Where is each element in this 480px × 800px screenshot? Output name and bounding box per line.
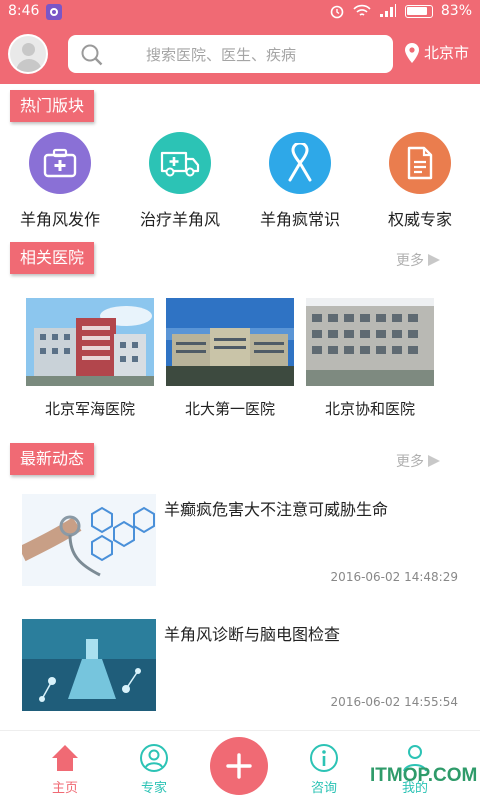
tab-label: 咨询 [310,781,337,796]
location-label: 北京市 [424,44,470,62]
hospital-name: 北京军海医院 [44,400,135,418]
hot-item[interactable]: 羊角疯常识 [240,132,360,230]
tab-expert[interactable]: 专家 [124,743,184,796]
tab-consult[interactable]: 咨询 [294,743,354,796]
news-item[interactable]: 羊癫疯危害大不注意可威胁生命 2016-06-02 14:48:29 [22,494,462,586]
hospital-name: 北大第一医院 [184,400,275,418]
hot-item-label: 羊角风发作 [19,210,100,229]
hot-item-label: 羊角疯常识 [259,210,340,229]
news-thumbnail [22,619,156,711]
hot-item[interactable]: 权威专家 [360,132,480,230]
header: 搜索医院、医生、疾病 北京市 [0,24,480,84]
search-icon [81,44,103,66]
status-time: 8:46 [8,3,40,19]
news-timestamp: 2016-06-02 14:55:54 [330,695,458,709]
hospital-photo [166,298,294,386]
tab-home[interactable]: 主页 [35,743,95,796]
plus-icon [226,753,252,779]
alarm-icon [330,5,344,19]
location-pin-icon [405,42,419,63]
hospital-card[interactable]: 北大第一医院 [166,298,294,419]
info-icon [310,744,338,772]
more-news-link[interactable]: 更多 [396,451,440,471]
section-title-hot: 热门版块 [10,90,95,122]
medical-kit-icon [29,132,91,194]
hospital-photo [306,298,434,386]
arrow-right-icon [428,455,440,467]
home-icon [52,745,78,771]
avatar[interactable] [8,34,48,74]
arrow-right-icon [428,254,440,266]
more-hospitals-link[interactable]: 更多 [396,250,440,270]
battery-icon [404,4,433,18]
add-button[interactable] [210,737,268,795]
more-label: 更多 [396,253,424,269]
news-item[interactable]: 羊角风诊断与脑电图检查 2016-06-02 14:55:54 [22,619,462,711]
more-label: 更多 [396,454,424,470]
battery-level: 83% [440,3,472,19]
tab-label: 专家 [140,781,167,796]
notification-icon [46,4,62,20]
hot-item-label: 权威专家 [387,210,452,229]
hot-item[interactable]: 羊角风发作 [0,132,120,230]
hot-item-label: 治疗羊角风 [139,210,220,229]
ambulance-icon [149,132,211,194]
wifi-icon [353,4,371,16]
hot-item[interactable]: 治疗羊角风 [120,132,240,230]
hospital-name: 北京协和医院 [324,400,415,418]
search-placeholder: 搜索医院、医生、疾病 [146,45,297,64]
hospital-photo [26,298,154,386]
status-bar: 8:46 83% [0,0,480,24]
tab-label: 主页 [51,781,78,796]
status-right: 83% [329,3,472,19]
document-icon [389,132,451,194]
news-timestamp: 2016-06-02 14:48:29 [330,570,458,584]
section-title-news: 最新动态 [10,443,95,475]
location-selector[interactable]: 北京市 [404,42,469,63]
watermark: ITMOP.COM [370,765,478,786]
hospital-card[interactable]: 北京协和医院 [306,298,434,419]
news-title: 羊癫疯危害大不注意可威胁生命 [164,500,389,519]
hot-grid: 羊角风发作 治疗羊角风 羊角疯常识 权威专家 [0,132,480,232]
hospital-card[interactable]: 北京军海医院 [26,298,154,419]
expert-icon [140,744,168,772]
ribbon-icon [269,132,331,194]
section-title-hospitals: 相关医院 [10,242,95,274]
news-thumbnail [22,494,156,586]
signal-icon [379,4,396,17]
news-title: 羊角风诊断与脑电图检查 [164,625,341,644]
search-box[interactable]: 搜索医院、医生、疾病 [68,35,393,73]
